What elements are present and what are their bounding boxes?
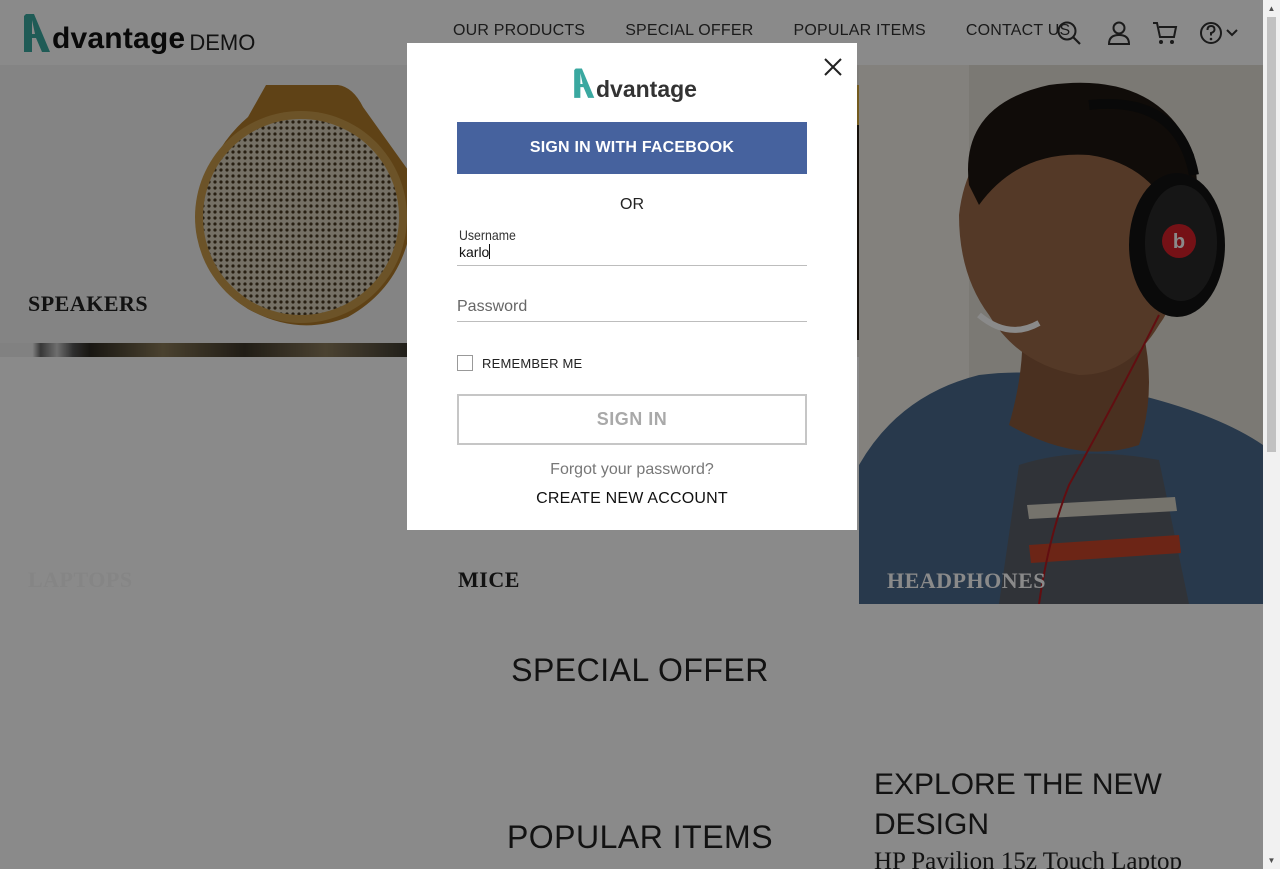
text-caret <box>489 244 491 259</box>
username-label: Username <box>459 227 516 243</box>
username-field[interactable]: Username karlo <box>457 227 807 266</box>
username-input[interactable]: karlo <box>459 244 491 260</box>
remember-me-row[interactable]: REMEMBER ME <box>457 355 582 371</box>
remember-me-label[interactable]: REMEMBER ME <box>482 356 582 371</box>
sign-in-button[interactable]: SIGN IN <box>457 394 807 445</box>
scroll-thumb[interactable] <box>1267 17 1276 452</box>
page-scrollbar[interactable]: ▲ ▼ <box>1263 0 1280 869</box>
modal-logo-mark-icon <box>574 68 595 98</box>
scroll-up-arrow-icon[interactable]: ▲ <box>1263 0 1280 17</box>
facebook-signin-button[interactable]: SIGN IN WITH FACEBOOK <box>457 122 807 174</box>
password-placeholder: Password <box>457 298 528 315</box>
modal-logo: dvantage <box>572 67 697 101</box>
modal-logo-wordmark: dvantage <box>596 76 697 102</box>
create-account-link[interactable]: CREATE NEW ACCOUNT <box>407 490 857 508</box>
close-icon[interactable] <box>823 57 843 77</box>
login-modal: dvantage SIGN IN WITH FACEBOOK OR Userna… <box>407 43 857 530</box>
remember-me-checkbox[interactable] <box>457 355 473 371</box>
or-divider: OR <box>620 196 644 213</box>
forgot-password-link[interactable]: Forgot your password? <box>407 461 857 479</box>
username-value: karlo <box>459 244 490 260</box>
password-field[interactable]: Password <box>457 297 807 322</box>
scroll-down-arrow-icon[interactable]: ▼ <box>1263 852 1280 869</box>
